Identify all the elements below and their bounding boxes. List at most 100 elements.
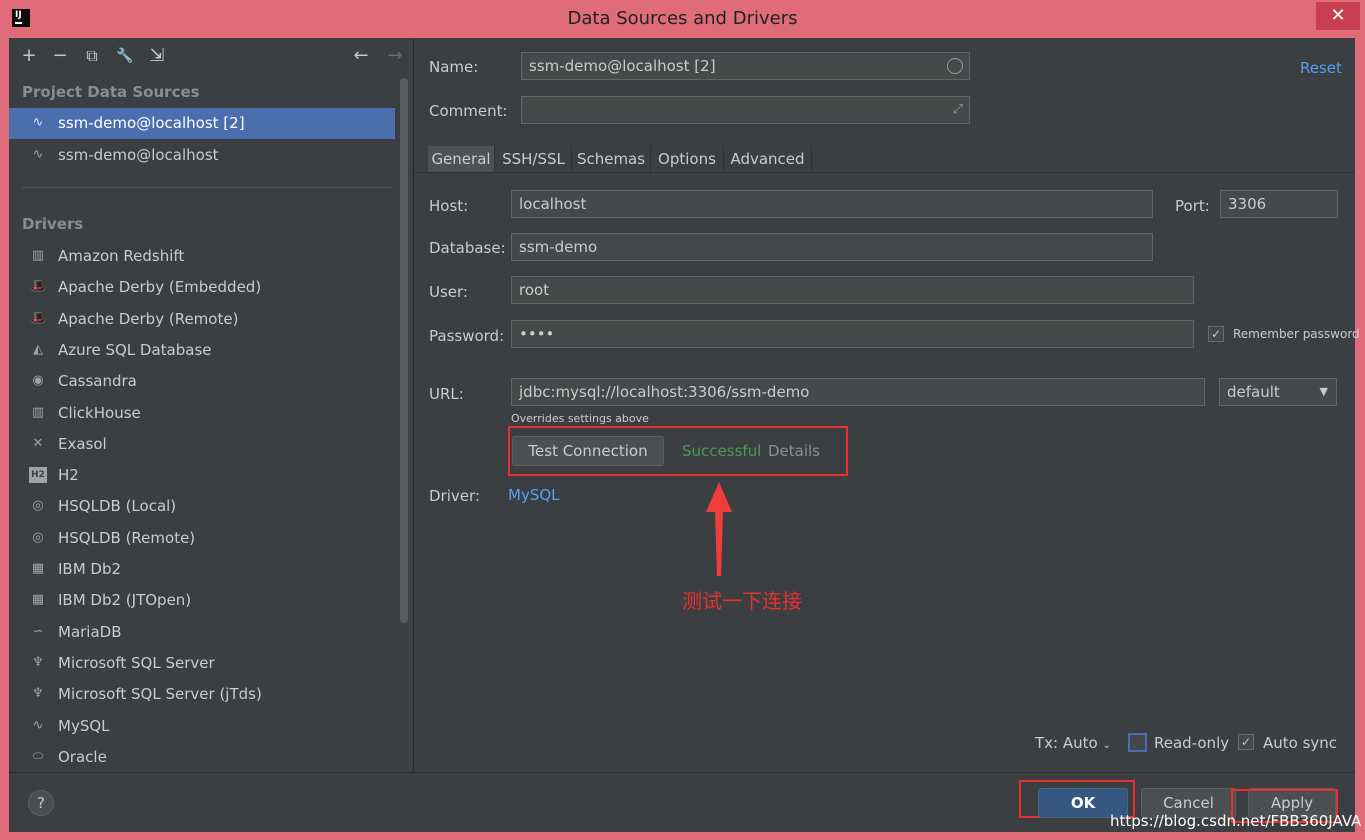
tab-advanced[interactable]: Advanced bbox=[724, 146, 812, 172]
url-mode-select[interactable]: default ▼ bbox=[1219, 378, 1337, 406]
divider bbox=[22, 187, 392, 188]
close-button[interactable]: ✕ bbox=[1316, 2, 1360, 30]
password-field[interactable]: •••• bbox=[511, 320, 1194, 348]
driver-item[interactable]: H2 H2 bbox=[9, 460, 395, 490]
name-label: Name: bbox=[429, 58, 479, 76]
tab-ssh-ssl[interactable]: SSH/SSL bbox=[496, 146, 572, 172]
user-label: User: bbox=[429, 283, 468, 301]
driver-item[interactable]: ▦ IBM Db2 (JTOpen) bbox=[9, 585, 395, 615]
driver-item[interactable]: ▥ ClickHouse bbox=[9, 398, 395, 428]
database-field[interactable]: ssm-demo bbox=[511, 233, 1153, 261]
driver-label: Apache Derby (Remote) bbox=[58, 309, 239, 328]
settings-wrench-icon[interactable]: 🔧 bbox=[115, 46, 135, 66]
auto-sync-label: Auto sync bbox=[1263, 734, 1338, 752]
driver-item[interactable]: ∽ MariaDB bbox=[9, 617, 395, 647]
driver-label: Exasol bbox=[58, 434, 107, 453]
tab-options[interactable]: Options bbox=[651, 146, 724, 172]
test-connection-button[interactable]: Test Connection bbox=[512, 436, 664, 466]
driver-item[interactable]: ♆ Microsoft SQL Server (jTds) bbox=[9, 679, 395, 709]
import-icon[interactable]: ⇲ bbox=[147, 46, 167, 66]
window-title: Data Sources and Drivers bbox=[567, 8, 798, 29]
driver-item[interactable]: ◭ Azure SQL Database bbox=[9, 335, 395, 365]
name-field[interactable]: ssm-demo@localhost [2] bbox=[521, 52, 970, 80]
overrides-note: Overrides settings above bbox=[511, 412, 649, 425]
driver-item[interactable]: ✕ Exasol bbox=[9, 429, 395, 459]
left-scrollbar[interactable] bbox=[400, 78, 408, 623]
port-field[interactable]: 3306 bbox=[1220, 190, 1338, 218]
tx-mode-label: Tx: Auto bbox=[1035, 734, 1098, 752]
mysql-icon: ∿ bbox=[32, 115, 44, 130]
url-field[interactable]: jdbc:mysql://localhost:3306/ssm-demo bbox=[511, 378, 1205, 406]
remember-password-label: Remember password bbox=[1233, 327, 1360, 341]
help-button[interactable]: ? bbox=[28, 790, 54, 816]
driver-label: H2 bbox=[58, 466, 79, 485]
driver-icon: ◭ bbox=[33, 341, 43, 357]
driver-icon: ⬭ bbox=[32, 748, 44, 764]
driver-icon: ◉ bbox=[32, 373, 44, 389]
driver-item[interactable]: 🎩 Apache Derby (Embedded) bbox=[9, 272, 395, 302]
back-arrow-icon[interactable]: ← bbox=[351, 46, 371, 66]
driver-icon: ∽ bbox=[32, 623, 44, 639]
driver-label: Microsoft SQL Server bbox=[58, 653, 215, 672]
url-label: URL: bbox=[429, 385, 464, 403]
read-only-label: Read-only bbox=[1154, 734, 1230, 752]
host-label: Host: bbox=[429, 197, 469, 215]
reset-link[interactable]: Reset bbox=[1300, 59, 1342, 77]
chevron-down-icon: ▼ bbox=[1319, 385, 1328, 398]
driver-item[interactable]: ◉ Cassandra bbox=[9, 366, 395, 396]
driver-icon: H2 bbox=[29, 467, 47, 484]
data-source-item[interactable]: ∿ ssm-demo@localhost bbox=[9, 140, 395, 171]
tab-general[interactable]: General bbox=[428, 146, 495, 172]
driver-item[interactable]: ▥ Amazon Redshift bbox=[9, 241, 395, 271]
duplicate-icon[interactable]: ⧉ bbox=[82, 46, 102, 66]
driver-label: ClickHouse bbox=[58, 403, 141, 422]
driver-label: Amazon Redshift bbox=[58, 247, 185, 265]
driver-icon: ✕ bbox=[32, 435, 44, 451]
read-only-checkbox[interactable] bbox=[1128, 733, 1147, 752]
comment-field[interactable]: ⤢ bbox=[521, 96, 970, 124]
driver-item[interactable]: ∿ MySQL bbox=[9, 711, 395, 741]
comment-label: Comment: bbox=[429, 102, 508, 120]
driver-link[interactable]: MySQL bbox=[508, 486, 560, 504]
left-panel: + − ⧉ 🔧 ⇲ ← → Project Data Sources ∿ ssm… bbox=[9, 38, 413, 772]
driver-item[interactable]: ⬭ Oracle bbox=[9, 742, 395, 772]
annotation-text: 测试一下连接 bbox=[682, 589, 802, 613]
tx-mode-dropdown[interactable]: Tx: Auto ⌄ bbox=[1035, 734, 1111, 752]
watermark: https://blog.csdn.net/FBB360JAVA bbox=[1110, 812, 1362, 830]
project-data-sources-header: Project Data Sources bbox=[22, 83, 200, 101]
host-field[interactable]: localhost bbox=[511, 190, 1153, 218]
driver-item[interactable]: ♆ Microsoft SQL Server bbox=[9, 648, 395, 678]
driver-icon: 🎩 bbox=[29, 279, 47, 295]
driver-icon: 🎩 bbox=[29, 310, 47, 326]
driver-label: Cassandra bbox=[58, 372, 137, 391]
remember-password-checkbox[interactable]: ✓ bbox=[1208, 326, 1224, 342]
name-value: ssm-demo@localhost [2] bbox=[529, 57, 716, 75]
forward-arrow-icon[interactable]: → bbox=[385, 46, 405, 66]
user-field[interactable]: root bbox=[511, 276, 1194, 304]
driver-item[interactable]: 🎩 Apache Derby (Remote) bbox=[9, 304, 395, 334]
driver-label: HSQLDB (Remote) bbox=[58, 528, 196, 547]
driver-label: IBM Db2 (JTOpen) bbox=[58, 591, 192, 610]
data-source-item[interactable]: ∿ ssm-demo@localhost [2] bbox=[9, 108, 395, 139]
test-status: Successful bbox=[682, 442, 762, 460]
driver-icon: ▥ bbox=[31, 248, 45, 263]
driver-label: MariaDB bbox=[58, 622, 122, 641]
driver-item[interactable]: ◎ HSQLDB (Remote) bbox=[9, 523, 395, 553]
driver-icon: ◎ bbox=[32, 529, 44, 545]
auto-sync-checkbox[interactable]: ✓ bbox=[1238, 734, 1254, 750]
drivers-header: Drivers bbox=[22, 215, 84, 233]
database-label: Database: bbox=[429, 239, 506, 257]
remove-icon[interactable]: − bbox=[50, 46, 70, 66]
details-link[interactable]: Details bbox=[768, 442, 820, 460]
driver-icon: ◎ bbox=[32, 498, 44, 514]
driver-item[interactable]: ▦ IBM Db2 bbox=[9, 554, 395, 584]
color-circle-icon[interactable] bbox=[947, 58, 963, 74]
expand-icon[interactable]: ⤢ bbox=[953, 97, 963, 123]
driver-icon: ∿ bbox=[32, 717, 44, 733]
add-icon[interactable]: + bbox=[19, 46, 39, 66]
tab-schemas[interactable]: Schemas bbox=[572, 146, 651, 172]
port-label: Port: bbox=[1175, 197, 1210, 215]
tab-underline bbox=[415, 172, 1355, 173]
driver-item[interactable]: ◎ HSQLDB (Local) bbox=[9, 491, 395, 521]
splitter[interactable] bbox=[413, 38, 414, 772]
